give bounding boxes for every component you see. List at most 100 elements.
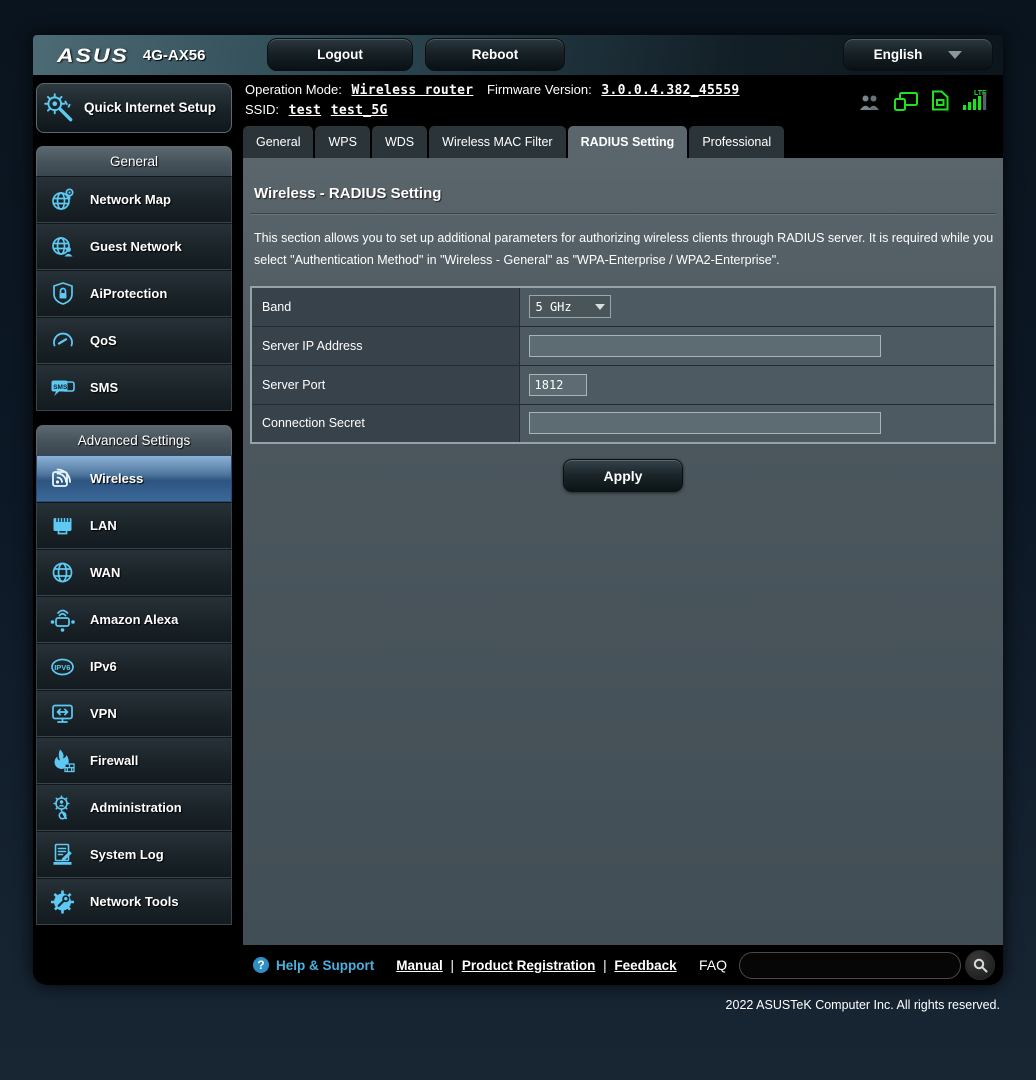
help-support-link[interactable]: Help & Support	[276, 958, 374, 973]
sidebar-item-network-map[interactable]: Network Map	[36, 176, 232, 223]
qis-gear-wand-icon	[41, 91, 77, 125]
product-registration-link[interactable]: Product Registration	[462, 958, 596, 973]
sidebar-item-label: Network Map	[90, 192, 171, 207]
ethernet-port-icon	[45, 512, 81, 540]
logout-button[interactable]: Logout	[267, 38, 413, 71]
lte-signal-icon[interactable]: LTE	[962, 88, 989, 111]
firmware-version-link[interactable]: 3.0.0.4.382_45559	[601, 83, 739, 98]
ssid-link-24g[interactable]: test	[289, 103, 322, 118]
alexa-device-icon	[45, 606, 81, 634]
sidebar-item-label: WAN	[90, 565, 121, 580]
sidebar-item-wan[interactable]: WAN	[36, 549, 232, 596]
wireless-tabs: General WPS WDS Wireless MAC Filter RADI…	[243, 122, 1003, 158]
sidebar-item-label: Firewall	[90, 753, 139, 768]
band-select[interactable]: 5 GHz	[528, 295, 611, 319]
tab-professional[interactable]: Professional	[689, 126, 785, 158]
svg-text:IPV6: IPV6	[54, 662, 70, 671]
footer-links: Manual | Product Registration | Feedback	[396, 958, 676, 973]
firmware-label: Firmware Version:	[487, 82, 592, 97]
tab-general[interactable]: General	[243, 126, 314, 158]
status-bar: Operation Mode: Wireless router Firmware…	[243, 75, 1003, 122]
server-ip-input[interactable]	[528, 334, 881, 357]
table-row-band: Band 5 GHz	[250, 286, 996, 327]
model-name: 4G-AX56	[142, 46, 206, 64]
speedometer-icon	[45, 327, 81, 355]
page-description: This section allows you to set up additi…	[254, 231, 994, 267]
sidebar-item-label: QoS	[90, 333, 117, 348]
sidebar-item-quick-internet-setup[interactable]: Quick Internet Setup	[36, 83, 232, 133]
top-banner: ASUS 4G-AX56 Logout Reboot English	[33, 35, 1003, 75]
tab-wps[interactable]: WPS	[315, 126, 370, 158]
page-title: Wireless - RADIUS Setting	[254, 185, 442, 202]
table-row-server-ip: Server IP Address	[250, 325, 996, 366]
log-document-icon	[45, 841, 81, 869]
asus-logo: ASUS	[57, 43, 129, 66]
sidebar-item-firewall[interactable]: Firewall	[36, 737, 232, 784]
sidebar-item-label: Wireless	[90, 471, 144, 486]
help-question-icon: ?	[253, 957, 269, 973]
network-map-icon	[45, 186, 81, 214]
tools-gear-wrench-icon	[45, 888, 81, 916]
tab-radius-setting[interactable]: RADIUS Setting	[567, 126, 688, 158]
connection-secret-input[interactable]	[528, 412, 881, 435]
link-separator: |	[603, 957, 607, 973]
sidebar-item-aiprotection[interactable]: AiProtection	[36, 270, 232, 317]
section-header-general: General	[36, 146, 232, 176]
footer-bar: ? Help & Support Manual | Product Regist…	[243, 945, 1003, 985]
clients-icon[interactable]	[859, 94, 881, 111]
sidebar-item-ipv6[interactable]: IPV6 IPv6	[36, 643, 232, 690]
reboot-button[interactable]: Reboot	[425, 38, 565, 71]
wireless-icon	[45, 465, 81, 493]
sidebar-item-network-tools[interactable]: Network Tools	[36, 878, 232, 925]
tab-wds[interactable]: WDS	[371, 126, 428, 158]
sidebar-item-wireless[interactable]: Wireless	[36, 455, 232, 502]
title-divider	[250, 213, 996, 214]
faq-search-input[interactable]	[739, 951, 961, 979]
manual-link[interactable]: Manual	[396, 958, 443, 973]
ssid-label: SSID:	[245, 102, 279, 117]
sidebar-item-label: IPv6	[90, 659, 117, 674]
chevron-down-icon	[948, 50, 963, 59]
copyright-text: 2022 ASUSTeK Computer Inc. All rights re…	[725, 998, 1000, 1012]
sidebar-item-amazon-alexa[interactable]: Amazon Alexa	[36, 596, 232, 643]
sidebar-item-system-log[interactable]: System Log	[36, 831, 232, 878]
sidebar-item-label: Administration	[90, 800, 182, 815]
server-port-input[interactable]	[528, 373, 587, 396]
table-row-connection-secret: Connection Secret	[250, 403, 996, 444]
sidebar-item-label: System Log	[90, 847, 164, 862]
sidebar-item-qos[interactable]: QoS	[36, 317, 232, 364]
guest-network-icon	[45, 233, 81, 261]
band-label: Band	[250, 286, 520, 327]
language-dropdown[interactable]: English	[843, 38, 993, 71]
ssid-link-5g[interactable]: test_5G	[331, 103, 388, 118]
sidebar-section-advanced: Advanced Settings Wireless LAN WAN Amazo…	[36, 425, 232, 925]
ipv6-badge-icon: IPV6	[45, 653, 81, 681]
sidebar-item-guest-network[interactable]: Guest Network	[36, 223, 232, 270]
search-button[interactable]	[965, 950, 995, 980]
sidebar-item-lan[interactable]: LAN	[36, 502, 232, 549]
admin-gear-person-icon	[45, 794, 81, 822]
qis-label: Quick Internet Setup	[84, 100, 217, 116]
server-port-label: Server Port	[250, 364, 520, 405]
operation-mode-label: Operation Mode:	[245, 82, 342, 97]
devices-icon[interactable]	[894, 92, 918, 111]
sidebar-item-label: Guest Network	[90, 239, 182, 254]
sidebar-item-administration[interactable]: Administration	[36, 784, 232, 831]
language-label: English	[873, 47, 923, 62]
sidebar-item-sms[interactable]: SMS SMS	[36, 364, 232, 411]
sidebar-item-label: LAN	[90, 518, 117, 533]
sidebar: Quick Internet Setup General Network Map	[33, 75, 243, 985]
feedback-link[interactable]: Feedback	[614, 958, 676, 973]
tab-wireless-mac-filter[interactable]: Wireless MAC Filter	[429, 126, 566, 158]
connection-secret-label: Connection Secret	[250, 403, 520, 444]
main-panel: Wireless - RADIUS Setting This section a…	[243, 158, 1003, 945]
vpn-monitor-icon	[45, 700, 81, 728]
apply-button[interactable]: Apply	[563, 459, 683, 492]
sidebar-item-vpn[interactable]: VPN	[36, 690, 232, 737]
sidebar-item-label: Amazon Alexa	[90, 612, 179, 627]
sidebar-item-label: SMS	[90, 380, 119, 395]
sim-icon[interactable]	[931, 90, 949, 111]
firewall-flame-icon	[45, 747, 81, 775]
operation-mode-link[interactable]: Wireless router	[351, 83, 473, 98]
server-ip-label: Server IP Address	[250, 325, 520, 366]
